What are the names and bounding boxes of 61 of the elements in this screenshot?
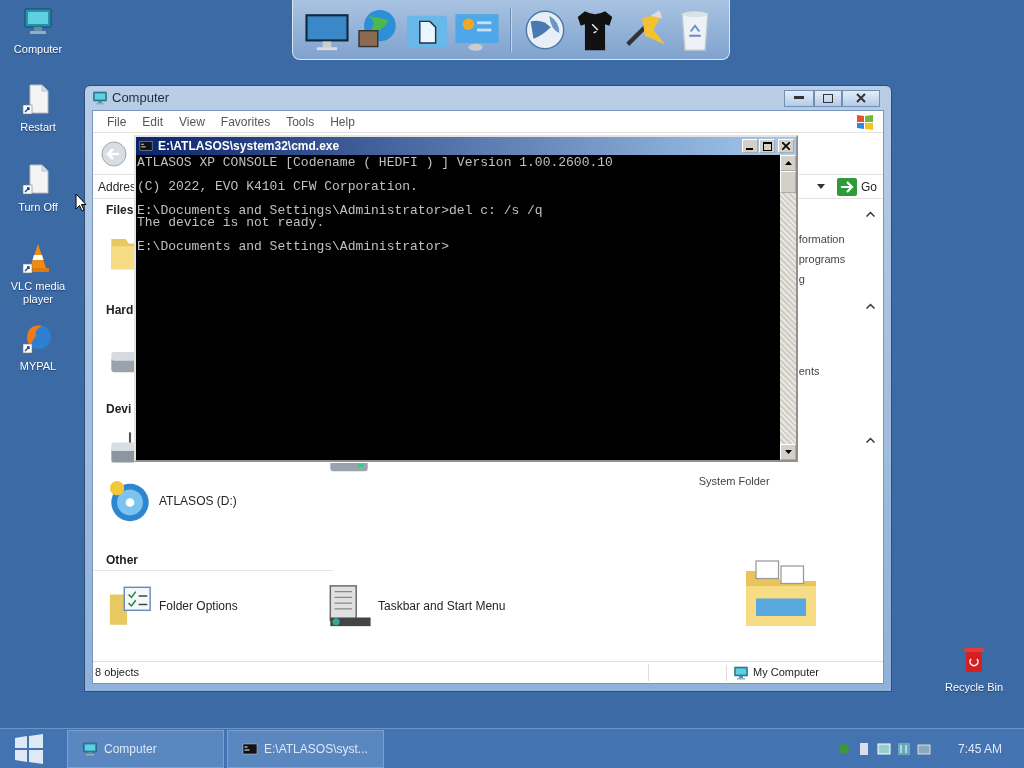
item-label[interactable]: Folder Options bbox=[159, 597, 238, 615]
desktop-icon-label[interactable]: Turn Off bbox=[18, 201, 58, 214]
task-link[interactable]: g bbox=[798, 273, 805, 285]
scroll-down-button[interactable] bbox=[780, 444, 796, 460]
group-header: Hard bbox=[106, 303, 134, 317]
desktop-icon-label[interactable]: Recycle Bin bbox=[944, 681, 1004, 694]
close-button[interactable] bbox=[842, 89, 880, 107]
windows-logo-icon bbox=[855, 112, 875, 131]
desktop-icon-label[interactable]: MYPAL bbox=[19, 360, 57, 373]
task-link[interactable]: ents bbox=[798, 365, 820, 377]
clock[interactable]: 7:45 AM bbox=[957, 739, 1002, 758]
maximize-icon bbox=[762, 141, 772, 151]
window-title: Computer bbox=[112, 89, 170, 108]
close-icon bbox=[856, 93, 866, 103]
group-header: Files bbox=[106, 203, 134, 217]
menu-item[interactable]: Help bbox=[322, 112, 363, 131]
menu-item[interactable]: Favorites bbox=[212, 112, 279, 131]
down-arrow-icon bbox=[784, 450, 792, 454]
status-location: My Computer bbox=[753, 665, 820, 681]
scroll-thumb[interactable] bbox=[780, 171, 796, 193]
status-text: 8 objects bbox=[93, 664, 649, 681]
mouse-cursor-icon bbox=[75, 193, 87, 212]
scroll-up-button[interactable] bbox=[780, 155, 796, 171]
desktop-icon-label[interactable]: Computer bbox=[13, 43, 63, 56]
desktop-icon-label[interactable]: Restart bbox=[20, 121, 56, 134]
menu-item[interactable]: View bbox=[171, 112, 213, 131]
tray-icon[interactable] bbox=[895, 740, 912, 757]
item-label[interactable]: Taskbar and Start Menu bbox=[378, 597, 506, 615]
tray-icon[interactable] bbox=[875, 740, 892, 757]
task-link[interactable]: programs bbox=[798, 253, 846, 265]
up-arrow-icon bbox=[784, 161, 792, 165]
menu-item[interactable]: Edit bbox=[134, 112, 172, 131]
menu-item[interactable]: File bbox=[99, 112, 135, 131]
minimize-button[interactable] bbox=[784, 89, 814, 107]
console-icon bbox=[242, 740, 258, 757]
window-title: E:\ATLASOS\system32\cmd.exe bbox=[158, 138, 340, 155]
collapse-chevron-icon[interactable] bbox=[866, 437, 875, 443]
address-label: Addres bbox=[98, 178, 137, 196]
desktop-icon-label[interactable]: VLC media player bbox=[0, 280, 76, 306]
task-link[interactable]: formation bbox=[798, 233, 845, 245]
group-header: Other bbox=[106, 553, 138, 567]
collapse-chevron-icon[interactable] bbox=[866, 211, 875, 217]
computer-icon bbox=[92, 90, 108, 106]
console-line: E:\Documents and Settings\Administrator>del c: /s /q bbox=[137, 203, 543, 218]
computer-icon bbox=[82, 740, 98, 757]
dropdown-arrow-icon[interactable] bbox=[817, 184, 825, 189]
menu-item[interactable]: Tools bbox=[278, 112, 323, 131]
start-button[interactable] bbox=[14, 733, 44, 764]
maximize-button[interactable] bbox=[814, 89, 842, 107]
maximize-icon bbox=[823, 93, 833, 103]
computer-icon bbox=[733, 664, 749, 681]
group-header: Devi bbox=[106, 402, 132, 416]
close-icon bbox=[782, 142, 790, 150]
console-line: E:\Documents and Settings\Administrator> bbox=[137, 239, 450, 254]
item-label[interactable]: ATLASOS (D:) bbox=[159, 492, 237, 510]
collapse-chevron-icon[interactable] bbox=[866, 303, 875, 309]
computer-icon[interactable] bbox=[22, 5, 54, 37]
minimize-icon bbox=[794, 96, 804, 100]
console-line: ATLASOS XP CONSOLE [Codename ( HEDFI ) ] Version 1.00.2600.10 bbox=[137, 155, 613, 170]
console-icon bbox=[138, 139, 154, 153]
console-line: (C) 2022, EVO K410i CFW Corporation. bbox=[137, 179, 418, 194]
